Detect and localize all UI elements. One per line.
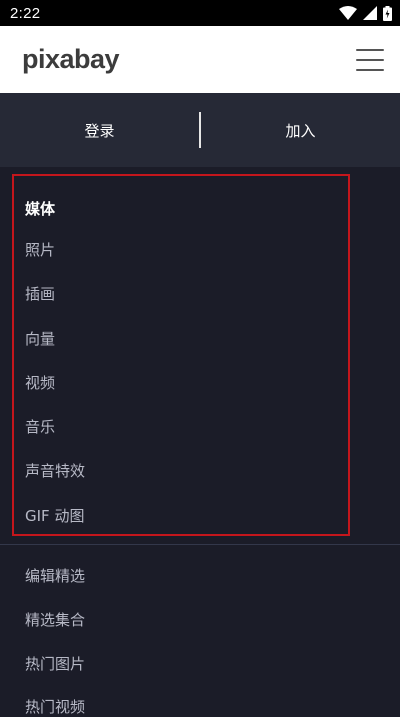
app-header: pixabay xyxy=(0,26,400,93)
status-icons xyxy=(339,5,392,21)
menu-item-popular-videos[interactable]: 热门视频 xyxy=(25,696,85,717)
menu-divider xyxy=(0,544,400,545)
auth-bar: 登录 加入 xyxy=(0,93,400,167)
menu-item-curated-collections[interactable]: 精选集合 xyxy=(25,609,85,630)
media-highlight-box xyxy=(12,174,350,536)
status-bar: 2:22 xyxy=(0,0,400,26)
menu-item-popular-images[interactable]: 热门图片 xyxy=(25,653,85,674)
join-button[interactable]: 加入 xyxy=(201,93,400,167)
media-section-title: 媒体 xyxy=(25,200,56,218)
battery-icon xyxy=(383,5,392,21)
menu-item-videos[interactable]: 视频 xyxy=(25,372,55,393)
menu-item-vectors[interactable]: 向量 xyxy=(25,328,55,349)
menu-item-illustrations[interactable]: 插画 xyxy=(25,283,55,304)
login-button[interactable]: 登录 xyxy=(0,93,199,167)
menu-item-music[interactable]: 音乐 xyxy=(25,416,55,437)
status-time: 2:22 xyxy=(10,4,41,22)
pixabay-logo[interactable]: pixabay xyxy=(22,44,120,75)
menu-item-gifs[interactable]: GIF 动图 xyxy=(25,505,84,526)
signal-icon xyxy=(363,6,377,20)
nav-menu: 媒体 照片 插画 向量 视频 音乐 声音特效 GIF 动图 编辑精选 精选集合 … xyxy=(0,167,400,716)
menu-item-photos[interactable]: 照片 xyxy=(25,239,55,260)
menu-item-editors-choice[interactable]: 编辑精选 xyxy=(25,565,85,586)
wifi-icon xyxy=(339,6,357,20)
menu-item-sound-effects[interactable]: 声音特效 xyxy=(25,460,85,481)
hamburger-menu-icon[interactable] xyxy=(356,48,384,71)
